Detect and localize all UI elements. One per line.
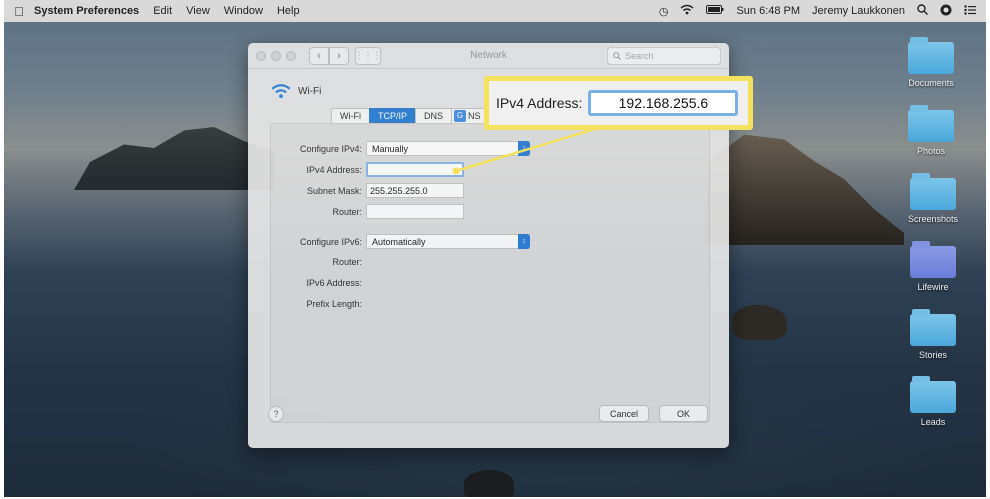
desktop-folder-photos[interactable]: Photos [901, 105, 961, 156]
subnet-mask-value: 255.255.255.0 [370, 185, 428, 196]
configure-ipv4-value: Manually [372, 143, 409, 154]
folder-icon [910, 173, 956, 210]
redacted-value [371, 164, 435, 175]
subnet-mask-label: Subnet Mask: [306, 185, 362, 196]
ipv4-address-field[interactable] [366, 162, 464, 177]
window-titlebar: ‹ › ⋮⋮⋮ Network Search [248, 43, 729, 69]
search-input[interactable]: Search [607, 46, 721, 65]
user-name[interactable]: Jeremy Laukkonen [812, 5, 905, 17]
configure-ipv6-select[interactable]: Automatically ↕ [366, 234, 530, 249]
menu-window[interactable]: Window [224, 5, 263, 17]
menu-edit[interactable]: Edit [153, 5, 172, 17]
subnet-mask-row: Subnet Mask: 255.255.255.0 [271, 183, 464, 198]
chevron-updown-icon: ↕ [518, 234, 530, 249]
time-machine-icon[interactable]: ◷ [659, 5, 669, 18]
configure-ipv6-row: Configure IPv6: Automatically ↕ [271, 234, 530, 249]
spotlight-icon[interactable] [917, 4, 928, 18]
callout-ipv4-value: 192.168.255.6 [618, 95, 709, 111]
folder-label: Lifewire [917, 282, 949, 292]
menu-bar:  System Preferences Edit View Window He… [4, 0, 986, 22]
menu-app-name[interactable]: System Preferences [34, 5, 139, 17]
ipv4-address-row: IPv4 Address: [271, 162, 464, 177]
configure-ipv6-value: Automatically [372, 236, 426, 247]
ipv6-address-label: IPv6 Address: [306, 278, 362, 288]
menu-bar-status: ◷ Sun 6:48 PM Jeremy Laukkonen [659, 4, 986, 19]
apple-menu-icon[interactable]:  [4, 4, 34, 19]
configure-ipv4-label: Configure IPv4: [299, 143, 362, 154]
desktop-folder-documents[interactable]: Documents [901, 37, 961, 88]
notification-center-icon[interactable] [964, 4, 976, 18]
wallpaper-mountain-right [704, 134, 904, 245]
configure-ipv4-select[interactable]: Manually ↕ [366, 141, 530, 156]
forward-button[interactable]: › [329, 46, 349, 65]
desktop-folder-stories[interactable]: Stories [903, 309, 963, 360]
cancel-button[interactable]: Cancel [599, 405, 649, 422]
interface-name: Wi-Fi [298, 85, 322, 97]
router6-label: Router: [332, 257, 362, 267]
folder-label: Leads [920, 417, 946, 427]
search-icon [613, 51, 621, 60]
tab-wins-label: NS [468, 111, 481, 121]
clock-text[interactable]: Sun 6:48 PM [736, 5, 800, 17]
folder-icon [908, 37, 954, 74]
search-placeholder: Search [625, 50, 654, 61]
ipv4-callout: IPv4 Address: 192.168.255.6 [484, 76, 753, 130]
router-label: Router: [332, 206, 362, 217]
folder-label: Photos [916, 146, 946, 156]
folder-icon [910, 309, 956, 346]
menu-view[interactable]: View [186, 5, 210, 17]
wifi-icon [271, 84, 291, 98]
router-field[interactable] [366, 204, 464, 219]
callout-ipv4-field: 192.168.255.6 [588, 90, 739, 116]
show-all-grid-icon[interactable]: ⋮⋮⋮ [355, 46, 382, 65]
tab-dns[interactable]: DNS [415, 108, 453, 124]
redacted-value [370, 206, 430, 217]
wallpaper-rock [732, 305, 787, 340]
router-row: Router: [271, 204, 464, 219]
wifi-status-icon[interactable] [680, 4, 694, 18]
prefix-length-row: Prefix Length: [271, 299, 366, 309]
menu-help[interactable]: Help [277, 5, 300, 17]
subnet-mask-field[interactable]: 255.255.255.0 [366, 183, 464, 198]
tab-bar: Wi-Fi TCP/IP DNS G NS [331, 108, 490, 124]
help-button[interactable]: ? [268, 406, 284, 422]
ipv6-address-row: IPv6 Address: [271, 278, 366, 288]
prefix-length-label: Prefix Length: [306, 299, 362, 309]
chevron-updown-icon: ↕ [518, 141, 530, 156]
desktop-folder-lifewire[interactable]: Lifewire [903, 241, 963, 292]
siri-icon[interactable] [940, 4, 952, 19]
folder-icon [910, 376, 956, 413]
router6-row: Router: [271, 257, 366, 267]
wallpaper-mountain-left [74, 127, 274, 190]
interface-header: Wi-Fi [270, 83, 321, 99]
tcpip-pane: Configure IPv4: Manually ↕ IPv4 Address:… [270, 123, 710, 423]
ipv4-address-label: IPv4 Address: [306, 164, 362, 175]
wallpaper-rock-bottom [464, 470, 514, 497]
callout-label: IPv4 Address: [496, 95, 583, 111]
battery-icon[interactable] [706, 5, 724, 17]
folder-label: Documents [908, 78, 954, 88]
configure-ipv4-row: Configure IPv4: Manually ↕ [271, 141, 530, 156]
folder-icon [910, 241, 956, 278]
folder-label: Screenshots [907, 214, 959, 224]
tab-wifi[interactable]: Wi-Fi [331, 108, 370, 124]
desktop-folder-leads[interactable]: Leads [903, 376, 963, 427]
configure-ipv6-label: Configure IPv6: [299, 236, 362, 247]
translate-icon: G [454, 110, 467, 122]
zoom-window-icon[interactable] [286, 50, 296, 61]
desktop-folder-screenshots[interactable]: Screenshots [903, 173, 963, 224]
tab-tcpip[interactable]: TCP/IP [369, 108, 417, 124]
back-button[interactable]: ‹ [309, 46, 329, 65]
minimize-window-icon[interactable] [271, 50, 281, 61]
ok-button[interactable]: OK [659, 405, 708, 422]
folder-icon [908, 105, 954, 142]
folder-label: Stories [918, 350, 947, 360]
close-window-icon[interactable] [256, 50, 266, 61]
